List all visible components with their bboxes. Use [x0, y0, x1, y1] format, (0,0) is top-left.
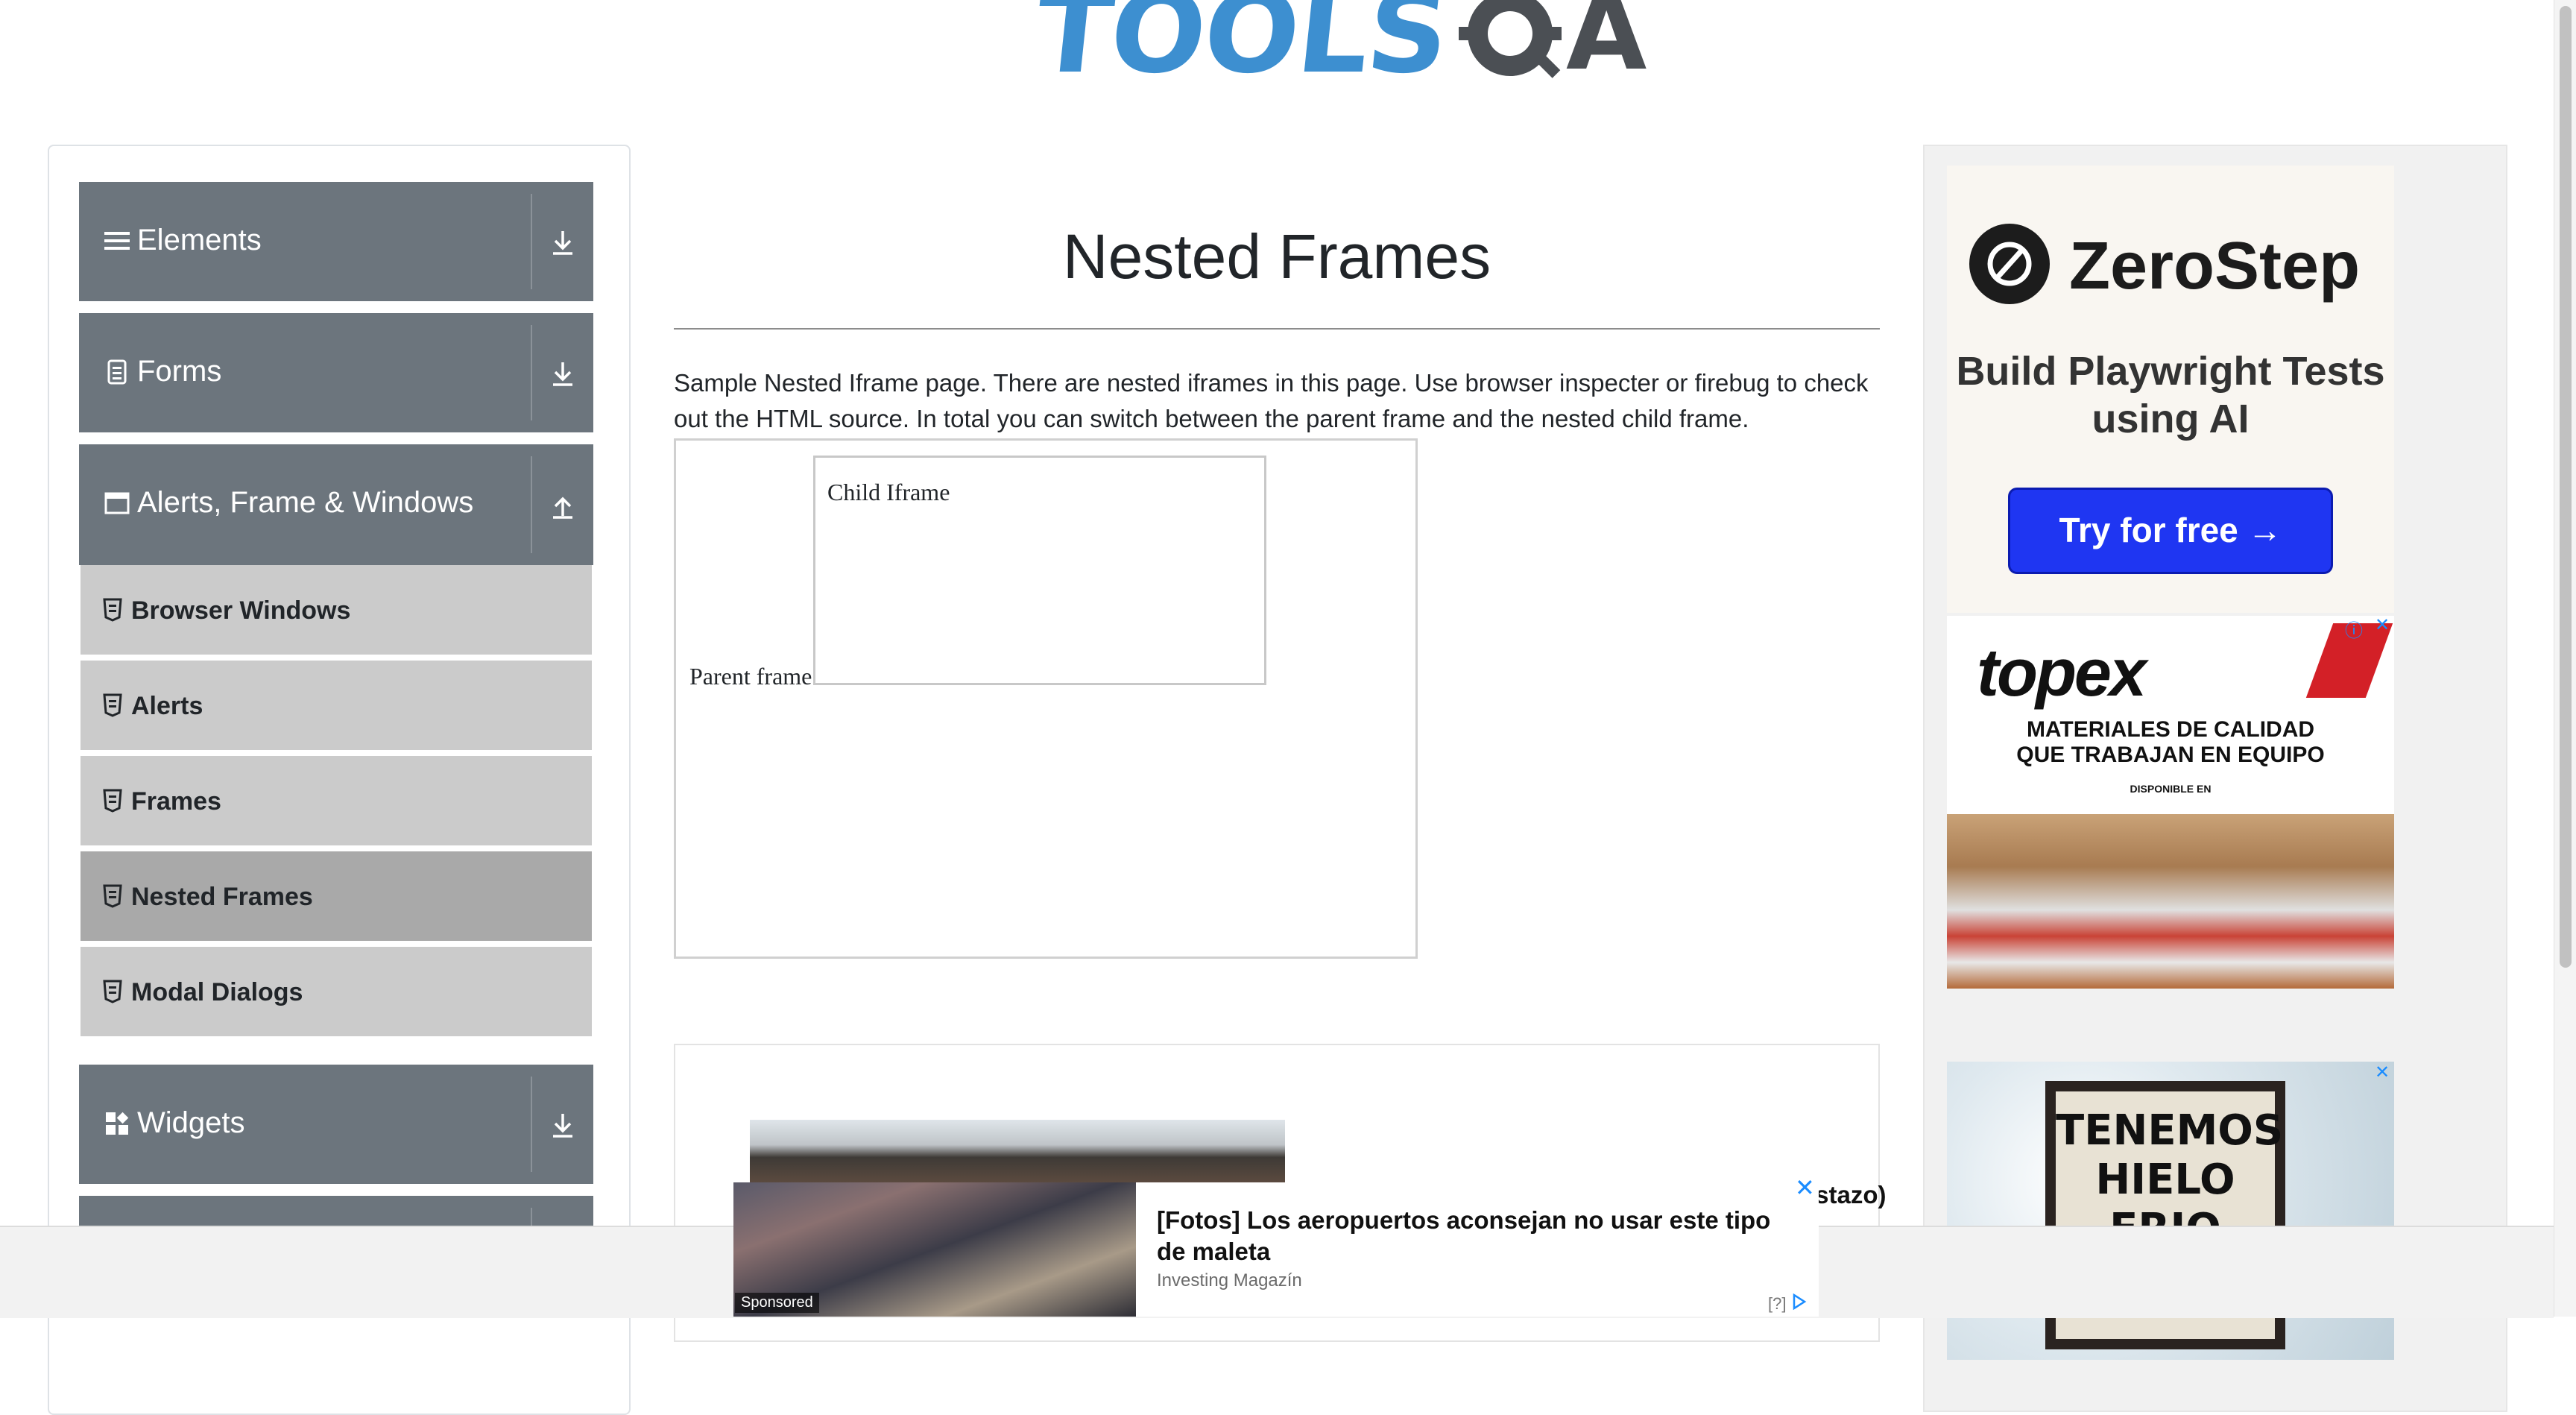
- shield-icon: [103, 884, 122, 908]
- divider: [531, 325, 532, 420]
- shield-icon: [103, 980, 122, 1003]
- window-icon: [104, 492, 130, 514]
- partial-ad-text: istazo): [1808, 1181, 1887, 1208]
- shield-icon: [103, 693, 122, 717]
- sidebar-group-widgets[interactable]: Widgets: [79, 1065, 593, 1184]
- sidebar-group-label: Forms: [137, 355, 222, 388]
- logo-text: TOOLS: [1029, 0, 1454, 98]
- zerostep-logo-icon: [1969, 224, 2050, 304]
- shield-icon: [103, 598, 122, 622]
- divider: [531, 194, 532, 289]
- zerostep-ad[interactable]: ZeroStep Build Playwright Tests using AI…: [1947, 166, 2394, 613]
- shield-icon: [103, 789, 122, 813]
- circle-slash-icon: [1987, 242, 2032, 286]
- zerostep-brand: ZeroStep: [2069, 229, 2361, 303]
- divider: [531, 456, 532, 553]
- sidebar-group-alerts-frame-windows[interactable]: Alerts, Frame & Windows: [79, 444, 593, 565]
- close-icon[interactable]: ✕: [2375, 614, 2390, 636]
- title-divider: [674, 328, 1880, 330]
- sidebar-group-label: Alerts, Frame & Windows: [137, 486, 474, 519]
- page-title: Nested Frames: [1062, 221, 1491, 291]
- download-arrow-icon: [553, 362, 572, 386]
- topex-line-2: QUE TRABAJAN EN EQUIPO: [2016, 743, 2325, 767]
- upload-arrow-icon: [553, 497, 572, 519]
- sidebar-item-frames[interactable]: Frames: [80, 756, 592, 848]
- sidebar-group-label: Widgets: [137, 1106, 245, 1139]
- download-arrow-icon: [553, 1114, 572, 1138]
- child-frame-label: Child Iframe: [827, 479, 950, 505]
- sidebar-group-forms[interactable]: Forms: [79, 313, 593, 432]
- sponsored-ad-card[interactable]: Sponsored [Fotos] Los aeropuertos aconse…: [733, 1120, 1819, 1317]
- topex-line-1: MATERIALES DE CALIDAD: [2026, 717, 2315, 742]
- download-arrow-icon: [553, 231, 572, 255]
- child-iframe[interactable]: Child Iframe: [813, 456, 1266, 685]
- sidebar-item-label: Alerts: [131, 692, 203, 720]
- adchoices-icon[interactable]: [1792, 1293, 1807, 1311]
- sidebar-item-modal-dialogs[interactable]: Modal Dialogs: [80, 947, 592, 1039]
- sidebar-item-browser-windows[interactable]: Browser Windows: [80, 565, 592, 658]
- close-icon[interactable]: ✕: [2375, 1062, 2390, 1083]
- sidebar-group-elements[interactable]: Elements: [79, 182, 593, 301]
- gear-icon: [1458, 0, 1562, 78]
- ad-headline[interactable]: [Fotos] Los aeropuertos aconsejan no usa…: [1157, 1205, 1798, 1267]
- sidebar-item-alerts[interactable]: Alerts: [80, 661, 592, 753]
- logo-suffix: A: [1565, 0, 1647, 94]
- scrollbar-thumb[interactable]: [2560, 6, 2572, 968]
- parent-frame-label: Parent frame: [689, 663, 812, 690]
- close-icon[interactable]: ✕: [1795, 1173, 1815, 1202]
- topex-ad[interactable]: topex MATERIALES DE CALIDAD QUE TRABAJAN…: [1947, 616, 2394, 989]
- sidebar-item-label: Modal Dialogs: [131, 978, 303, 1006]
- ad-house-image: [750, 1120, 1285, 1182]
- sidebar-item-label: Nested Frames: [131, 883, 313, 911]
- toolsqa-logo[interactable]: TOOLS A: [1029, 0, 1647, 98]
- topex-logo: topex: [1977, 636, 2147, 710]
- parent-iframe[interactable]: Parent frame Child Iframe: [674, 438, 1418, 959]
- document-icon: [107, 359, 127, 385]
- try-for-free-button[interactable]: Try for free →: [2008, 488, 2333, 574]
- ad-help-link[interactable]: [?]: [1768, 1294, 1786, 1314]
- grid-icon: [106, 1112, 129, 1135]
- sidebar-item-label: Browser Windows: [131, 596, 351, 625]
- adchoices-info-icon[interactable]: ⓘ: [2345, 616, 2363, 642]
- topex-product-image: [1947, 814, 2394, 989]
- zerostep-tagline: Build Playwright Tests using AI: [1956, 349, 2385, 441]
- divider: [531, 1077, 532, 1172]
- sidebar-item-label: Frames: [131, 787, 221, 816]
- sponsored-label: Sponsored: [735, 1293, 819, 1313]
- topex-available: DISPONIBLE EN: [2130, 783, 2212, 795]
- ad-source: Investing Magazín: [1157, 1270, 1302, 1290]
- page-description: Sample Nested Iframe page. There are nes…: [674, 369, 1869, 432]
- sidebar-item-nested-frames[interactable]: Nested Frames: [80, 851, 592, 944]
- hamburger-icon: [104, 232, 130, 250]
- sidebar-group-label: Elements: [137, 224, 262, 256]
